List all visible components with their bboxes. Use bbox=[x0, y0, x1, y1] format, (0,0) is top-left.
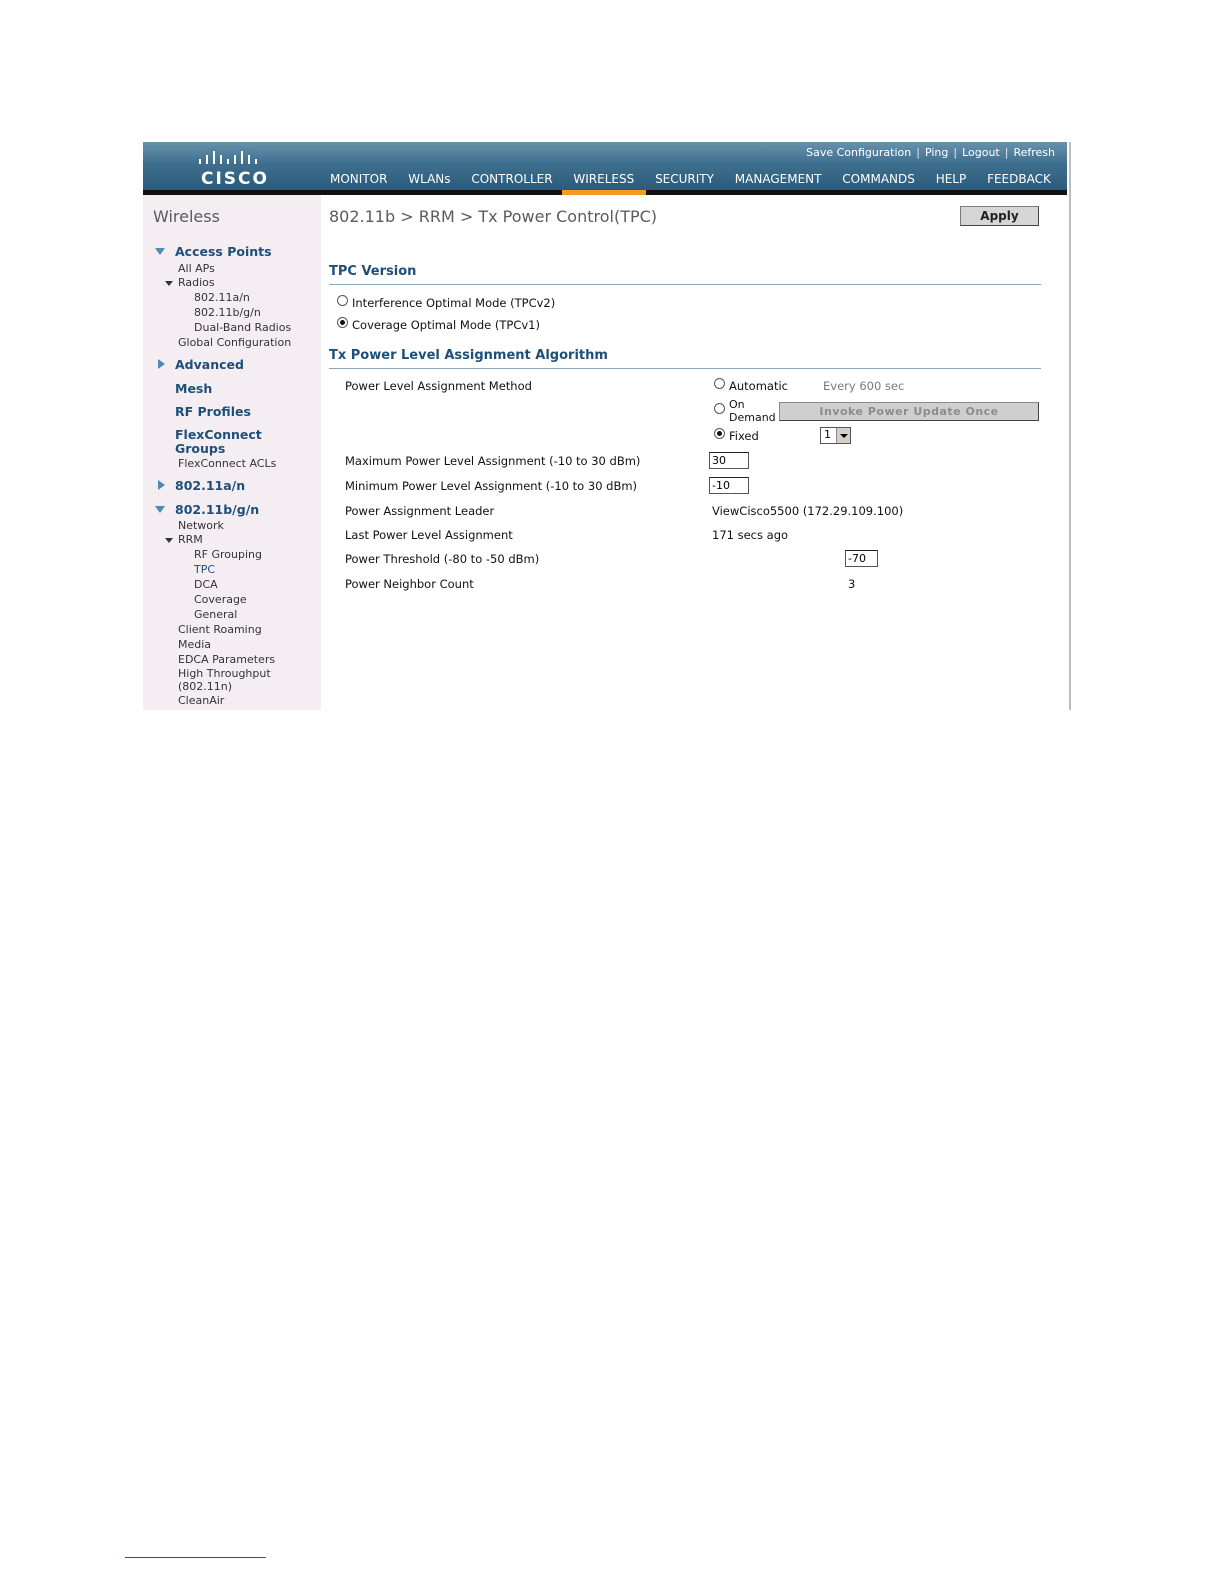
section-divider bbox=[329, 284, 1041, 285]
on-demand-radio[interactable] bbox=[714, 403, 725, 414]
top-links: Save Configuration | Ping | Logout | Refresh bbox=[806, 146, 1055, 159]
sidebar-item-global-configuration[interactable]: Global Configuration bbox=[178, 336, 291, 349]
nav-wlans[interactable]: WLANs bbox=[408, 172, 450, 186]
invoke-power-update-button[interactable]: Invoke Power Update Once bbox=[779, 402, 1039, 421]
sidebar-item-radio-80211bgn[interactable]: 802.11b/g/n bbox=[194, 306, 261, 319]
separator: | bbox=[1004, 146, 1009, 159]
sidebar-item-advanced[interactable]: Advanced bbox=[175, 357, 244, 372]
power-leader-value: ViewCisco5500 (172.29.109.100) bbox=[712, 504, 904, 518]
sidebar-item-tpc[interactable]: TPC bbox=[194, 563, 215, 576]
ping-link[interactable]: Ping bbox=[925, 146, 948, 159]
expand-down-icon[interactable] bbox=[165, 281, 173, 286]
sidebar-item-rf-profiles[interactable]: RF Profiles bbox=[175, 404, 251, 419]
separator: | bbox=[916, 146, 920, 159]
power-leader-label: Power Assignment Leader bbox=[345, 504, 495, 518]
automatic-radio[interactable] bbox=[714, 378, 725, 389]
sidebar-item-flexconnect-groups-line2[interactable]: Groups bbox=[175, 441, 225, 456]
fixed-label: Fixed bbox=[729, 429, 759, 443]
expand-right-icon[interactable] bbox=[158, 359, 165, 369]
expand-down-icon[interactable] bbox=[155, 506, 165, 513]
sidebar-item-rf-grouping[interactable]: RF Grouping bbox=[194, 548, 262, 561]
save-configuration-link[interactable]: Save Configuration bbox=[806, 146, 911, 159]
main-content: 802.11b > RRM > Tx Power Control(TPC) Ap… bbox=[329, 195, 1041, 710]
header-bar: CISCO Save Configuration | Ping | Logout | Ref… bbox=[143, 142, 1067, 190]
nav-security[interactable]: SECURITY bbox=[655, 172, 714, 186]
footnote-rule bbox=[125, 1557, 266, 1558]
sidebar-item-all-aps[interactable]: All APs bbox=[178, 262, 215, 275]
tpcv1-radio[interactable] bbox=[337, 317, 348, 328]
nav-help[interactable]: HELP bbox=[936, 172, 967, 186]
sidebar-item-flexconnect-groups[interactable]: FlexConnect bbox=[175, 427, 262, 442]
last-assignment-value: 171 secs ago bbox=[712, 528, 789, 542]
sidebar-item-radios[interactable]: Radios bbox=[178, 276, 215, 289]
sidebar-item-media[interactable]: Media bbox=[178, 638, 211, 651]
section-divider bbox=[329, 368, 1041, 369]
power-threshold-label: Power Threshold (-80 to -50 dBm) bbox=[345, 552, 540, 566]
sidebar-item-flexconnect-acls[interactable]: FlexConnect ACLs bbox=[178, 457, 276, 470]
cisco-bars-icon bbox=[199, 151, 257, 164]
sidebar-title: Wireless bbox=[153, 207, 220, 226]
fixed-level-select[interactable]: 1 bbox=[820, 427, 851, 444]
on-demand-label: On bbox=[729, 398, 745, 411]
expand-right-icon[interactable] bbox=[158, 480, 165, 490]
tpcv2-radio[interactable] bbox=[337, 295, 348, 306]
tpc-version-heading: TPC Version bbox=[329, 264, 417, 279]
max-power-input[interactable]: 30 bbox=[709, 452, 749, 469]
sidebar-item-high-throughput[interactable]: High Throughput bbox=[178, 667, 271, 680]
sidebar-item-dual-band-radios[interactable]: Dual-Band Radios bbox=[194, 321, 291, 334]
window-edge bbox=[1069, 142, 1071, 710]
automatic-label: Automatic bbox=[729, 379, 788, 393]
sidebar-item-80211an[interactable]: 802.11a/n bbox=[175, 478, 245, 493]
nav-management[interactable]: MANAGEMENT bbox=[735, 172, 822, 186]
wlc-window: CISCO Save Configuration | Ping | Logout | Ref… bbox=[143, 142, 1069, 710]
tpcv1-label: Coverage Optimal Mode (TPCv1) bbox=[352, 318, 540, 332]
chevron-down-icon[interactable] bbox=[836, 428, 850, 443]
nav-controller[interactable]: CONTROLLER bbox=[471, 172, 552, 186]
separator: | bbox=[953, 146, 958, 159]
sidebar-item-cleanair[interactable]: CleanAir bbox=[178, 694, 224, 707]
min-power-input[interactable]: -10 bbox=[709, 477, 749, 494]
sidebar-item-network[interactable]: Network bbox=[178, 519, 224, 532]
min-power-label: Minimum Power Level Assignment (-10 to 3… bbox=[345, 479, 638, 493]
on-demand-label-line2: Demand bbox=[729, 411, 776, 424]
sidebar-item-80211bgn[interactable]: 802.11b/g/n bbox=[175, 502, 259, 517]
sidebar-item-coverage[interactable]: Coverage bbox=[194, 593, 247, 606]
nav-monitor[interactable]: MONITOR bbox=[330, 172, 387, 186]
sidebar-item-client-roaming[interactable]: Client Roaming bbox=[178, 623, 262, 636]
power-threshold-input[interactable]: -70 bbox=[845, 550, 878, 567]
sidebar-item-dca[interactable]: DCA bbox=[194, 578, 218, 591]
fixed-radio[interactable] bbox=[714, 428, 725, 439]
logo-text: CISCO bbox=[201, 169, 269, 189]
sidebar-item-high-throughput-line2[interactable]: (802.11n) bbox=[178, 680, 232, 693]
sidebar-item-radio-80211an[interactable]: 802.11a/n bbox=[194, 291, 250, 304]
sidebar-item-mesh[interactable]: Mesh bbox=[175, 381, 212, 396]
automatic-interval-note: Every 600 sec bbox=[823, 379, 905, 393]
neighbor-count-label: Power Neighbor Count bbox=[345, 577, 474, 591]
algorithm-heading: Tx Power Level Assignment Algorithm bbox=[329, 348, 608, 363]
refresh-link[interactable]: Refresh bbox=[1013, 146, 1055, 159]
neighbor-count-value: 3 bbox=[848, 577, 856, 591]
sidebar: Wireless Access Points All APs Radios 80… bbox=[143, 195, 321, 710]
max-power-label: Maximum Power Level Assignment (-10 to 3… bbox=[345, 454, 641, 468]
last-assignment-label: Last Power Level Assignment bbox=[345, 528, 513, 542]
logout-link[interactable]: Logout bbox=[962, 146, 1000, 159]
sidebar-item-edca-parameters[interactable]: EDCA Parameters bbox=[178, 653, 275, 666]
sidebar-item-general[interactable]: General bbox=[194, 608, 237, 621]
tpcv2-label: Interference Optimal Mode (TPCv2) bbox=[352, 296, 556, 310]
sidebar-item-rrm[interactable]: RRM bbox=[178, 533, 203, 546]
assignment-method-label: Power Level Assignment Method bbox=[345, 379, 532, 393]
page-title: 802.11b > RRM > Tx Power Control(TPC) bbox=[329, 207, 658, 226]
apply-button[interactable]: Apply bbox=[960, 206, 1039, 226]
cisco-logo: CISCO bbox=[195, 149, 267, 189]
nav-commands[interactable]: COMMANDS bbox=[842, 172, 915, 186]
expand-down-icon[interactable] bbox=[165, 538, 173, 543]
nav-wireless[interactable]: WIRELESS bbox=[573, 172, 634, 186]
fixed-level-value: 1 bbox=[824, 428, 831, 441]
sidebar-item-access-points[interactable]: Access Points bbox=[175, 244, 272, 259]
nav-feedback[interactable]: FEEDBACK bbox=[987, 172, 1051, 186]
expand-down-icon[interactable] bbox=[155, 248, 165, 255]
main-nav: MONITOR WLANs CONTROLLER WIRELESS SECURI… bbox=[330, 172, 1068, 186]
